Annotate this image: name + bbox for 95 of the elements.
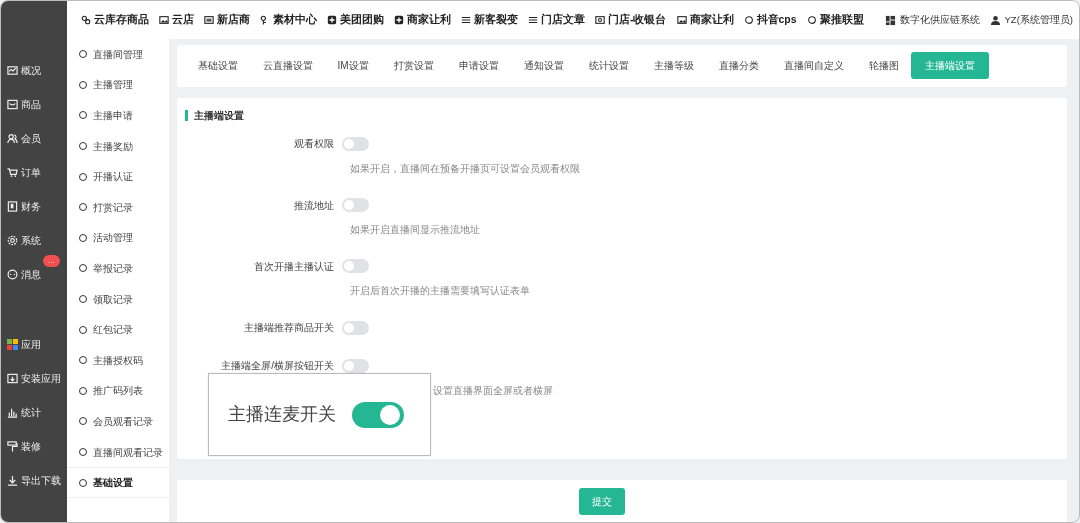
submenu-item[interactable]: 主播授权码 (93, 352, 143, 368)
notification-badge: ... (43, 255, 60, 267)
menu-item[interactable]: 装修 (21, 438, 41, 454)
submenu-item[interactable]: 红包记录 (93, 322, 133, 338)
tab[interactable]: 主播等级 (641, 53, 707, 79)
toggle-switch[interactable] (342, 259, 369, 274)
submenu-item[interactable]: 会员观看记录 (93, 413, 153, 429)
card-icon (204, 15, 214, 25)
section-title: 主播端设置 (185, 109, 1059, 121)
menu-item[interactable]: 系统 (21, 232, 41, 248)
setting-label: 推流地址 (293, 198, 335, 213)
settings-icon (7, 234, 18, 246)
nav-link[interactable]: 素材中心 (273, 12, 317, 28)
circle-icon (806, 15, 817, 25)
submenu-item[interactable]: 领取记录 (93, 291, 133, 307)
submenu-item[interactable]: 主播管理 (93, 77, 133, 93)
setting-hint: 如果开启，直播间在预备开播页可设置会员观看权限 (349, 161, 581, 176)
plus-icon (394, 15, 404, 25)
toggle-switch[interactable] (352, 401, 404, 428)
menu-icon (528, 15, 538, 25)
menu-item[interactable]: 概况 (21, 62, 41, 78)
chart-icon (7, 64, 18, 76)
menu-item[interactable]: 消息 (21, 266, 41, 282)
grid-icon (884, 14, 896, 26)
tab[interactable]: IM设置 (325, 53, 382, 79)
tab[interactable]: 通知设置 (511, 53, 577, 79)
submenu-item[interactable]: 基础设置 (93, 475, 133, 491)
setting-hint: 如果开启直播间显示推流地址 (349, 223, 481, 238)
menu-item[interactable]: 财务 (21, 198, 41, 214)
submenu-item[interactable]: 打赏记录 (93, 199, 133, 215)
tab[interactable]: 轮播图 (856, 53, 912, 79)
paint-roller-icon (7, 440, 18, 452)
tab[interactable]: 申请设置 (446, 53, 512, 79)
setting-label: 主播端推荐商品开关 (243, 321, 335, 336)
nav-link[interactable]: 抖音cps (756, 12, 797, 28)
nav-link[interactable]: 聚推联盟 (819, 12, 864, 28)
menu-item[interactable]: 安装应用 (21, 370, 61, 386)
setting-label: 首次开播主播认证 (253, 259, 335, 274)
menu-item[interactable]: 订单 (21, 164, 41, 180)
tab[interactable]: 统计设置 (576, 53, 642, 79)
menu-item[interactable]: 会员 (21, 130, 41, 146)
tab[interactable]: 打赏设置 (381, 53, 447, 79)
submenu-item[interactable]: 活动管理 (93, 230, 133, 246)
nav-link[interactable]: 商家让利 (689, 12, 734, 28)
system-link[interactable]: 数字化供应链系统 (899, 12, 980, 28)
submenu-item[interactable]: 举报记录 (93, 260, 133, 276)
setting-label: 主播端全屏/横屏按钮开关 (220, 359, 335, 374)
submenu-item[interactable]: 直播间观看记录 (93, 444, 163, 460)
tab[interactable]: 直播分类 (706, 53, 772, 79)
image-icon (159, 15, 169, 25)
setting-label: 主播连麦开关 (228, 403, 336, 426)
wallet-icon (7, 200, 18, 212)
cash-icon (595, 15, 605, 25)
nav-link[interactable]: 商家让利 (407, 12, 451, 28)
image-icon (676, 15, 687, 25)
submenu-item[interactable]: 直播间管理 (93, 46, 143, 62)
menu-item[interactable]: 导出下载 (21, 472, 61, 488)
submenu-item[interactable]: 主播申请 (93, 108, 133, 123)
user-icon (989, 14, 1001, 26)
setting-hint: 设置直播界面全屏或者横屏 (432, 383, 554, 398)
submenu-item[interactable]: 推广码列表 (93, 383, 143, 399)
user-name[interactable]: YZ(系统管理员) (1004, 12, 1073, 28)
cart-icon (7, 166, 18, 178)
nav-link[interactable]: 新客裂变 (474, 12, 518, 28)
nav-link[interactable]: 门店-收银台 (608, 12, 667, 28)
download-icon (7, 474, 18, 486)
circle-icon (743, 15, 754, 25)
menu-item[interactable]: 应用 (21, 336, 41, 352)
nav-link[interactable]: 云库存商品 (94, 12, 149, 28)
chat-icon (7, 268, 18, 280)
toggle-switch[interactable] (342, 198, 369, 213)
tab[interactable]: 基础设置 (185, 53, 250, 79)
users-icon (7, 132, 18, 144)
submenu-item[interactable]: 主播奖励 (93, 138, 133, 154)
link-icon (81, 15, 91, 25)
nav-link[interactable]: 云店 (172, 12, 194, 28)
nav-link[interactable]: 新店商 (217, 12, 250, 28)
install-icon (7, 372, 18, 384)
apps-icon (7, 338, 18, 350)
menu-item[interactable]: 商品 (21, 96, 41, 112)
toggle-switch[interactable] (342, 358, 369, 373)
submenu-item[interactable]: 开播认证 (93, 169, 133, 185)
tab[interactable]: 云直播设置 (250, 53, 325, 79)
menu-item[interactable]: 统计 (21, 404, 41, 420)
setting-label: 观看权限 (293, 137, 335, 152)
nav-link[interactable]: 门店文章 (541, 12, 585, 28)
toggle-switch[interactable] (342, 136, 369, 151)
setting-hint: 开启后首次开播的主播需要填写认证表单 (349, 284, 531, 299)
menu-icon (461, 15, 471, 25)
box-icon (7, 98, 18, 110)
toggle-switch[interactable] (342, 320, 369, 335)
plus-icon (327, 15, 337, 25)
bar-chart-icon (7, 406, 18, 418)
nav-link[interactable]: 美团团购 (340, 12, 384, 28)
tab[interactable]: 直播间自定义 (771, 53, 857, 79)
